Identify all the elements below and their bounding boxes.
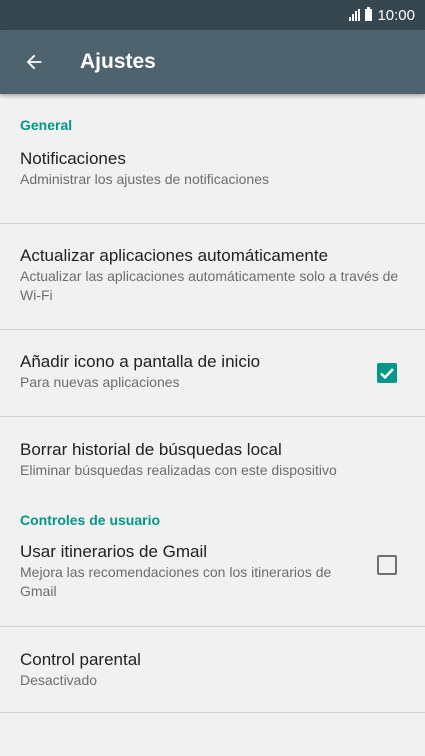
setting-title: Borrar historial de búsquedas local <box>20 440 282 459</box>
setting-parental-control[interactable]: Control parental Desactivado <box>0 627 425 713</box>
page-title: Ajustes <box>80 50 156 73</box>
setting-title: Añadir icono a pantalla de inicio <box>20 352 261 371</box>
checkmark-icon <box>380 368 394 380</box>
setting-subtitle: Administrar los ajustes de notificacione… <box>20 171 270 187</box>
setting-title: Notificaciones <box>20 149 126 168</box>
section-header-general: General <box>20 117 73 133</box>
add-icon-checkbox[interactable] <box>377 363 397 383</box>
status-time: 10:00 <box>377 6 415 24</box>
app-toolbar: Ajustes <box>0 30 425 94</box>
status-bar: 10:00 <box>0 0 425 30</box>
setting-subtitle: Mejora las recomendaciones con los itine… <box>20 564 332 599</box>
battery-icon <box>365 7 373 21</box>
gmail-trips-checkbox[interactable] <box>377 555 397 575</box>
setting-title: Usar itinerarios de Gmail <box>20 542 208 561</box>
section-header-user-controls: Controles de usuario <box>20 512 161 528</box>
setting-clear-history[interactable]: Borrar historial de búsquedas local Elim… <box>0 417 425 503</box>
signal-icon <box>349 9 361 21</box>
setting-subtitle: Desactivado <box>20 672 98 688</box>
setting-title: Control parental <box>20 650 141 669</box>
setting-title: Actualizar aplicaciones automáticamente <box>20 246 329 265</box>
setting-subtitle: Actualizar las aplicaciones automáticame… <box>20 268 399 303</box>
setting-gmail-trips[interactable]: Usar itinerarios de Gmail Mejora las rec… <box>0 539 425 627</box>
settings-list: General Notificaciones Administrar los a… <box>0 94 425 713</box>
setting-add-icon[interactable]: Añadir icono a pantalla de inicio Para n… <box>0 330 425 417</box>
setting-auto-update[interactable]: Actualizar aplicaciones automáticamente … <box>0 224 425 330</box>
setting-notifications[interactable]: Notificaciones Administrar los ajustes d… <box>0 148 425 224</box>
setting-subtitle: Para nuevas aplicaciones <box>20 374 180 390</box>
arrow-back-icon[interactable] <box>6 30 62 94</box>
setting-subtitle: Eliminar búsquedas realizadas con este d… <box>20 462 337 478</box>
